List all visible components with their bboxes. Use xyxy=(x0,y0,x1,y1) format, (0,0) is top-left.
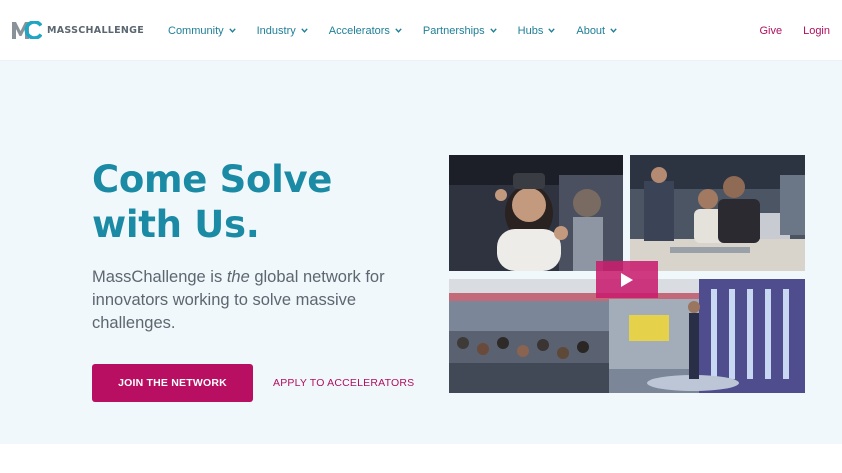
give-link[interactable]: Give xyxy=(759,25,782,37)
login-link[interactable]: Login xyxy=(803,25,830,37)
brand-name: MASSCHALLENGE xyxy=(47,24,145,36)
headline-line-2: with Us. xyxy=(92,203,260,246)
masschallenge-logo[interactable]: MASSCHALLENGE xyxy=(12,21,144,39)
join-network-button[interactable]: JOIN THE NETWORK xyxy=(92,364,253,402)
mc-logo-icon xyxy=(12,21,42,39)
nav-item-accelerators[interactable]: Accelerators xyxy=(329,25,402,37)
hero-subcopy: MassChallenge is the global network for … xyxy=(92,266,412,335)
apply-accelerators-link[interactable]: APPLY TO ACCELERATORS xyxy=(273,377,414,389)
nav-item-label: Industry xyxy=(256,24,296,37)
nav-item-label: Partnerships xyxy=(422,24,485,37)
subcopy-before: MassChallenge is xyxy=(92,268,227,286)
nav-item-about[interactable]: About xyxy=(576,25,617,37)
photo-demo-table xyxy=(630,155,805,271)
nav-item-community[interactable]: Community xyxy=(168,25,236,37)
nav-item-label: About xyxy=(576,24,606,37)
nav-item-label: Community xyxy=(168,24,224,37)
chevron-down-icon xyxy=(610,28,617,33)
headline-line-1: Come Solve xyxy=(92,158,333,201)
utility-nav: Give Login xyxy=(738,0,830,61)
nav-item-industry[interactable]: Industry xyxy=(257,25,308,37)
nav-item-hubs[interactable]: Hubs xyxy=(518,25,556,37)
video-collage[interactable] xyxy=(449,155,805,393)
play-video-button[interactable] xyxy=(596,261,658,298)
nav-item-partnerships[interactable]: Partnerships xyxy=(423,25,497,37)
chevron-down-icon xyxy=(548,28,556,33)
top-navigation: MASSCHALLENGE Community Industry Acceler… xyxy=(0,0,842,61)
nav-item-label: Hubs xyxy=(517,24,544,37)
play-icon xyxy=(621,272,633,287)
nav-item-label: Accelerators xyxy=(328,24,390,37)
chevron-down-icon xyxy=(228,28,236,33)
subcopy-emphasis: the xyxy=(226,268,250,286)
chevron-down-icon xyxy=(489,28,497,33)
hero-section: Come Solve with Us. MassChallenge is the… xyxy=(0,61,842,444)
photo-vr-headset xyxy=(449,155,623,271)
primary-nav: Community Industry Accelerators Partners… xyxy=(168,0,638,61)
chevron-down-icon xyxy=(301,28,308,33)
chevron-down-icon xyxy=(395,28,402,33)
hero-headline: Come Solve with Us. xyxy=(92,157,332,247)
